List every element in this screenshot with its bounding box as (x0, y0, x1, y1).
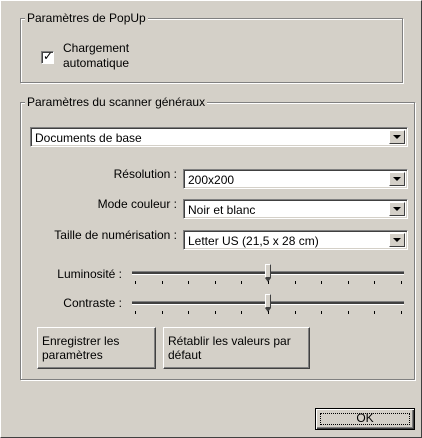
save-settings-label-line1: Enregistrer les (42, 334, 120, 348)
scan-size-dropdown-button[interactable] (389, 233, 405, 247)
restore-defaults-label-line1: Rétablir les valeurs par (168, 334, 291, 348)
auto-load-label-line2: automatique (63, 56, 130, 70)
slider-tick (162, 281, 163, 284)
checkmark-icon: ✓ (43, 49, 54, 63)
chevron-down-icon (393, 135, 401, 139)
slider-tick (295, 311, 296, 314)
scan-profile-value: Documents de base (35, 131, 142, 145)
slider-tick (162, 311, 163, 314)
save-settings-label-line2: paramètres (42, 348, 103, 362)
color-mode-value: Noir et blanc (188, 203, 256, 217)
slider-tick (268, 311, 269, 314)
resolution-value: 200x200 (188, 173, 235, 187)
brightness-label: Luminosité : (57, 267, 122, 281)
color-mode-select[interactable]: Noir et blanc (183, 199, 408, 219)
scan-size-label: Taille de numérisation : (54, 228, 177, 242)
chevron-down-icon (393, 207, 401, 211)
focus-rectangle (320, 413, 410, 425)
restore-defaults-button[interactable]: Rétablir les valeurs par défaut (163, 327, 310, 369)
scan-size-value: Letter US (21,5 x 28 cm) (188, 234, 319, 248)
contrast-slider-thumb[interactable] (265, 294, 271, 312)
slider-tick (348, 311, 349, 314)
slider-tick (188, 281, 189, 284)
slider-tick (401, 281, 402, 284)
slider-tick (188, 311, 189, 314)
auto-load-label[interactable]: Chargement automatique (63, 41, 129, 71)
slider-tick (401, 311, 402, 314)
resolution-select[interactable]: 200x200 (183, 169, 408, 189)
ok-button[interactable]: OK (315, 408, 415, 430)
scan-profile-dropdown-button[interactable] (389, 130, 405, 144)
scanner-settings-legend: Paramètres du scanner généraux (25, 95, 208, 109)
slider-tick (321, 281, 322, 284)
chevron-down-icon (393, 238, 401, 242)
slider-tick (241, 311, 242, 314)
scan-profile-select[interactable]: Documents de base (30, 127, 408, 147)
brightness-slider-thumb[interactable] (265, 264, 271, 282)
contrast-slider[interactable] (132, 293, 404, 317)
dialog-window: Paramètres de PopUp ✓ Chargement automat… (0, 0, 422, 438)
slider-tick (241, 281, 242, 284)
popup-settings-legend: Paramètres de PopUp (25, 11, 148, 25)
auto-load-checkbox[interactable]: ✓ (41, 49, 54, 64)
slider-tick (215, 281, 216, 284)
slider-tick (321, 311, 322, 314)
restore-defaults-label-line2: défaut (168, 348, 202, 362)
chevron-down-icon (393, 177, 401, 181)
slider-tick (215, 311, 216, 314)
save-settings-button[interactable]: Enregistrer les paramètres (37, 327, 156, 369)
slider-tick (295, 281, 296, 284)
color-mode-label: Mode couleur : (97, 197, 177, 211)
contrast-label: Contraste : (63, 296, 122, 310)
auto-load-label-line1: Chargement (63, 41, 130, 55)
slider-tick (135, 311, 136, 314)
slider-tick (374, 281, 375, 284)
brightness-slider[interactable] (132, 263, 404, 287)
resolution-dropdown-button[interactable] (389, 172, 405, 186)
slider-tick (374, 311, 375, 314)
color-mode-dropdown-button[interactable] (389, 202, 405, 216)
scan-size-select[interactable]: Letter US (21,5 x 28 cm) (183, 230, 408, 250)
slider-tick (348, 281, 349, 284)
slider-tick (135, 281, 136, 284)
slider-tick (268, 281, 269, 284)
resolution-label: Résolution : (113, 167, 177, 181)
